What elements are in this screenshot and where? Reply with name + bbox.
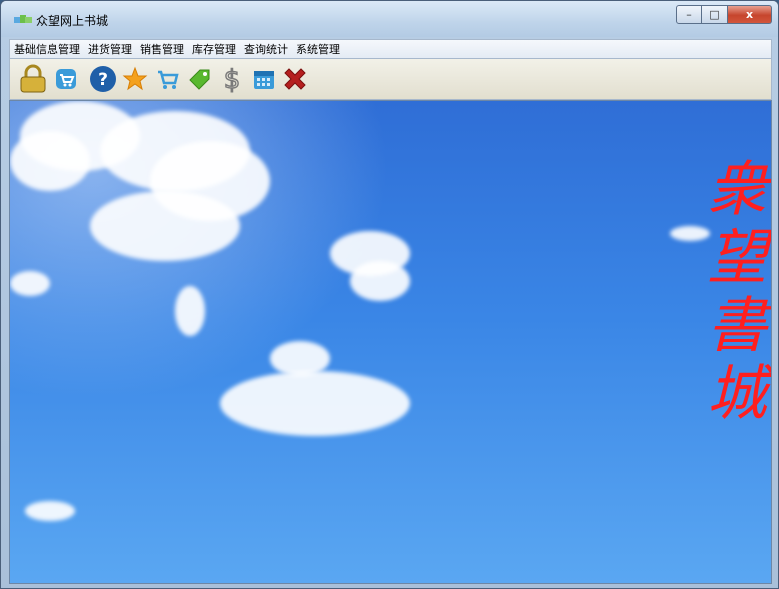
brand-calligraphy: 衆望書城 — [707, 155, 767, 429]
app-icon — [14, 15, 32, 23]
close-button[interactable]: x — [728, 5, 772, 24]
window-title: 众望网上书城 — [36, 14, 109, 28]
menu-system[interactable]: 系统管理 — [292, 41, 344, 57]
cloud — [175, 286, 205, 336]
dollar-icon: $ — [223, 65, 241, 93]
minimize-button[interactable]: – — [676, 5, 702, 24]
title-bar[interactable]: 众望网上书城 – □ x — [1, 1, 778, 37]
cloud — [90, 191, 240, 261]
lock-button[interactable] — [18, 64, 48, 94]
price-button[interactable]: $ — [217, 64, 247, 94]
calendar-button[interactable] — [249, 64, 279, 94]
menu-basic-info[interactable]: 基础信息管理 — [10, 41, 84, 57]
toolbar: ? $ — [9, 59, 772, 100]
cloud — [25, 501, 75, 521]
lock-icon — [20, 64, 46, 93]
star-icon — [122, 66, 148, 91]
favorite-button[interactable] — [120, 64, 150, 94]
svg-text:?: ? — [98, 70, 108, 90]
shopping-cart-icon — [158, 70, 179, 89]
main-background: 衆望書城 — [9, 100, 772, 584]
menu-sales[interactable]: 销售管理 — [136, 41, 188, 57]
cloud — [220, 371, 410, 436]
cloud — [10, 131, 90, 191]
shopping-cart-button[interactable] — [153, 64, 183, 94]
menu-bar: 基础信息管理 进货管理 销售管理 库存管理 查询统计 系统管理 — [9, 39, 772, 59]
tag-icon — [189, 69, 210, 90]
cart-badge-icon — [56, 69, 76, 89]
app-window: 众望网上书城 – □ x 基础信息管理 进货管理 销售管理 库存管理 查询统计 … — [0, 0, 779, 589]
exit-icon — [284, 68, 306, 90]
menu-inventory[interactable]: 库存管理 — [188, 41, 240, 57]
exit-button[interactable] — [280, 64, 310, 94]
cloud — [670, 226, 710, 241]
calendar-icon — [254, 71, 274, 89]
cloud — [10, 271, 50, 296]
maximize-button[interactable]: □ — [702, 5, 728, 24]
cloud — [350, 261, 410, 301]
window-controls: – □ x — [676, 5, 772, 26]
svg-text:$: $ — [224, 65, 241, 93]
tag-button[interactable] — [185, 64, 215, 94]
menu-query-stats[interactable]: 查询统计 — [240, 41, 292, 57]
help-icon: ? — [90, 66, 116, 92]
cart-badge-button[interactable] — [51, 64, 81, 94]
menu-purchase[interactable]: 进货管理 — [84, 41, 136, 57]
help-button[interactable]: ? — [88, 64, 118, 94]
